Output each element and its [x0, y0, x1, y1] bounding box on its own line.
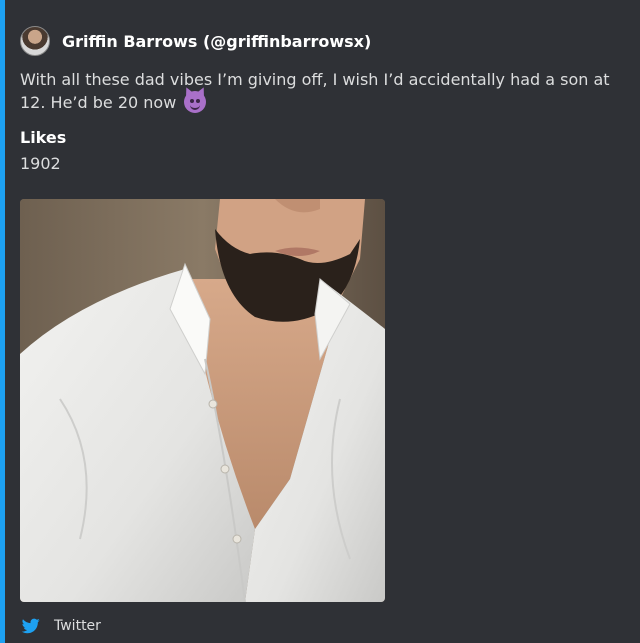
field-likes-value: 1902: [20, 154, 61, 173]
author-name[interactable]: Griffin Barrows (@griffinbarrowsx): [62, 32, 371, 51]
embed-author[interactable]: Griffin Barrows (@griffinbarrowsx): [20, 25, 371, 57]
photo-man-white-shirt: [20, 199, 385, 602]
tweet-text: With all these dad vibes I’m giving off,…: [20, 70, 610, 112]
field-likes-name: Likes: [20, 128, 67, 147]
smiling-devil-emoji-icon: [184, 91, 207, 113]
tweet-embed: Griffin Barrows (@griffinbarrowsx) With …: [0, 0, 640, 643]
embed-footer: Twitter: [22, 615, 101, 637]
twitter-bird-icon: [22, 618, 40, 634]
tweet-image[interactable]: [20, 199, 385, 602]
footer-source: Twitter: [54, 618, 101, 634]
embed-accent-bar: [0, 0, 5, 643]
author-avatar[interactable]: [20, 26, 50, 56]
tweet-description: With all these dad vibes I’m giving off,…: [20, 68, 620, 114]
